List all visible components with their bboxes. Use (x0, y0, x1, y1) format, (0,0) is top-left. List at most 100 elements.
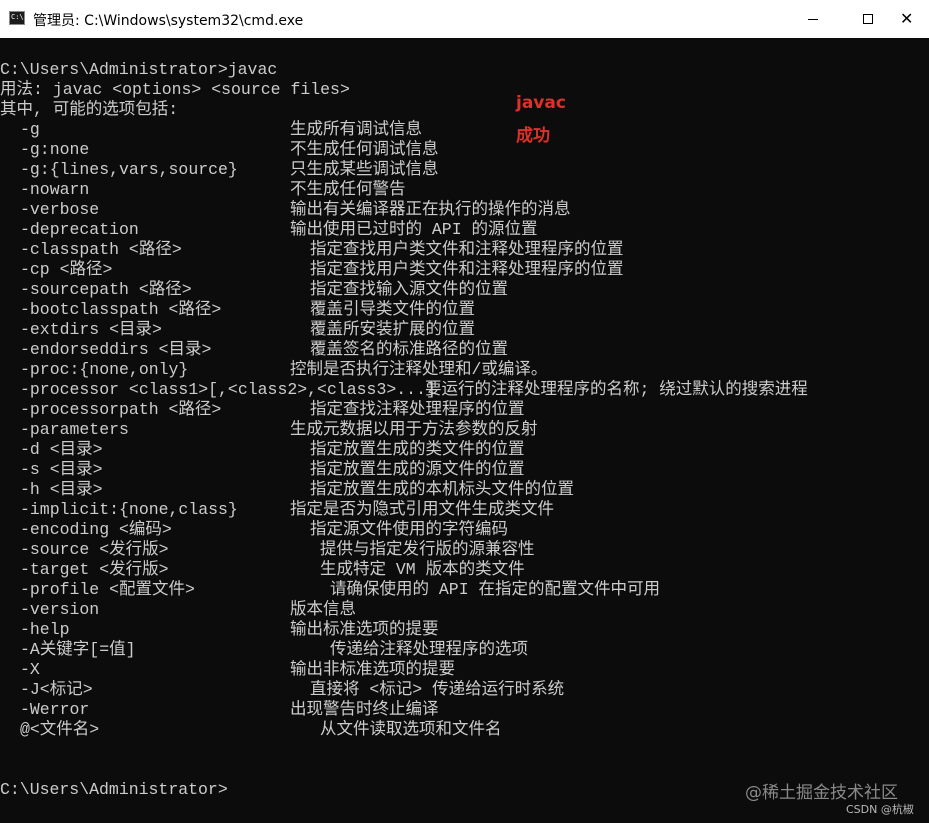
option-flag: -processorpath <路径> (20, 400, 222, 419)
option-description: 生成所有调试信息 (290, 120, 422, 139)
option-row: -s <目录> 指定放置生成的源文件的位置 (0, 460, 929, 480)
option-flag: -A关键字[=值] (20, 640, 136, 659)
option-description: 指定放置生成的类文件的位置 (310, 440, 525, 459)
options-intro: 其中, 可能的选项包括: (0, 100, 179, 119)
option-flag: -g:none (20, 140, 90, 159)
option-description: 传递给注释处理程序的选项 (330, 640, 528, 659)
option-description: 版本信息 (290, 600, 356, 619)
option-description: 只生成某些调试信息 (290, 160, 439, 179)
option-row: -target <发行版> 生成特定 VM 版本的类文件 (0, 560, 929, 580)
option-description: 生成元数据以用于方法参数的反射 (290, 420, 538, 439)
option-description: 指定是否为隐式引用文件生成类文件 (290, 500, 554, 519)
option-flag: -bootclasspath <路径> (20, 300, 222, 319)
option-flag: -version (20, 600, 100, 619)
option-description: 不生成任何警告 (290, 180, 406, 199)
title-bar[interactable]: C:\ 管理员: C:\Windows\system32\cmd.exe ✕ (0, 0, 929, 39)
window-title: 管理员: C:\Windows\system32\cmd.exe (33, 13, 304, 29)
minimize-button[interactable] (790, 0, 836, 38)
option-row: -d <目录> 指定放置生成的类文件的位置 (0, 440, 929, 460)
option-row: -implicit:{none,class} 指定是否为隐式引用文件生成类文件 (0, 500, 929, 520)
option-flag: -cp <路径> (20, 260, 113, 279)
option-flag: -help (20, 620, 70, 639)
option-flag: -J<标记> (20, 680, 93, 699)
option-description: 覆盖所安装扩展的位置 (310, 320, 475, 339)
option-description: 输出使用已过时的 API 的源位置 (290, 220, 538, 239)
option-row: -cp <路径> 指定查找用户类文件和注释处理程序的位置 (0, 260, 929, 280)
annotation-javac: javac (516, 93, 566, 113)
option-flag: -verbose (20, 200, 100, 219)
option-row: -profile <配置文件> 请确保使用的 API 在指定的配置文件中可用 (0, 580, 929, 600)
option-flag: @<文件名> (20, 720, 100, 739)
option-description: 从文件读取选项和文件名 (320, 720, 502, 739)
option-flag: -parameters (20, 420, 129, 439)
option-description: 覆盖引导类文件的位置 (310, 300, 475, 319)
option-description: 指定放置生成的本机标头文件的位置 (310, 480, 574, 499)
option-row: -g 生成所有调试信息 (0, 120, 929, 140)
option-flag: -classpath <路径> (20, 240, 182, 259)
option-row: -parameters 生成元数据以用于方法参数的反射 (0, 420, 929, 440)
option-row: -help 输出标准选项的提要 (0, 620, 929, 640)
maximize-icon (863, 14, 873, 24)
option-row: -processor <class1>[,<class2>,<class3>..… (0, 380, 929, 400)
option-row: -A关键字[=值] 传递给注释处理程序的选项 (0, 640, 929, 660)
minimize-icon (808, 19, 818, 20)
option-description: 指定放置生成的源文件的位置 (310, 460, 525, 479)
option-row: -proc:{none,only} 控制是否执行注释处理和/或编译。 (0, 360, 929, 380)
option-description: 请确保使用的 API 在指定的配置文件中可用 (330, 580, 661, 599)
option-description: 指定查找输入源文件的位置 (310, 280, 508, 299)
option-flag: -g:{lines,vars,source} (20, 160, 238, 179)
option-flag: -target <发行版> (20, 560, 169, 579)
option-row: -processorpath <路径> 指定查找注释处理程序的位置 (0, 400, 929, 420)
watermark-csdn: CSDN @杭椒 (846, 803, 914, 816)
option-flag: -s <目录> (20, 460, 103, 479)
option-description: 输出有关编译器正在执行的操作的消息 (290, 200, 571, 219)
option-row: -bootclasspath <路径> 覆盖引导类文件的位置 (0, 300, 929, 320)
option-row: -g:{lines,vars,source} 只生成某些调试信息 (0, 160, 929, 180)
option-row: -g:none 不生成任何调试信息 (0, 140, 929, 160)
option-description: 控制是否执行注释处理和/或编译。 (290, 360, 548, 379)
option-row: @<文件名> 从文件读取选项和文件名 (0, 720, 929, 740)
annotation-success: 成功 (516, 126, 550, 146)
option-flag: -sourcepath <路径> (20, 280, 192, 299)
option-description: 出现警告时终止编译 (290, 700, 439, 719)
option-flag: -source <发行版> (20, 540, 169, 559)
option-flag: -encoding <编码> (20, 520, 172, 539)
option-flag: -h <目录> (20, 480, 103, 499)
option-flag: -d <目录> (20, 440, 103, 459)
option-flag: -implicit:{none,class} (20, 500, 238, 519)
cmd-window: C:\ 管理员: C:\Windows\system32\cmd.exe ✕ C… (0, 0, 929, 823)
console-output[interactable]: C:\Users\Administrator> javac 用法: javac <… (0, 38, 929, 823)
option-description: 要运行的注释处理程序的名称; 绕过默认的搜索进程 (425, 380, 808, 399)
option-description: 输出非标准选项的提要 (290, 660, 455, 679)
prompt-line[interactable]: C:\Users\Administrator> (0, 780, 228, 800)
option-row: -h <目录> 指定放置生成的本机标头文件的位置 (0, 480, 929, 500)
option-description: 指定查找用户类文件和注释处理程序的位置 (310, 240, 624, 259)
option-flag: -processor <class1>[,<class2>,<class3>..… (20, 380, 436, 399)
usage-line: 用法: javac <options> <source files> (0, 80, 350, 99)
option-flag: -proc:{none,only} (20, 360, 189, 379)
option-description: 覆盖签名的标准路径的位置 (310, 340, 508, 359)
option-row: -version 版本信息 (0, 600, 929, 620)
option-description: 指定源文件使用的字符编码 (310, 520, 508, 539)
option-flag: -nowarn (20, 180, 90, 199)
close-button[interactable]: ✕ (883, 0, 929, 38)
option-row: -nowarn 不生成任何警告 (0, 180, 929, 200)
option-description: 输出标准选项的提要 (290, 620, 439, 639)
option-row: -Werror 出现警告时终止编译 (0, 700, 929, 720)
option-row: -encoding <编码> 指定源文件使用的字符编码 (0, 520, 929, 540)
option-row: -extdirs <目录> 覆盖所安装扩展的位置 (0, 320, 929, 340)
option-row: -verbose 输出有关编译器正在执行的操作的消息 (0, 200, 929, 220)
cmd-icon[interactable]: C:\ (9, 11, 25, 25)
option-row: -J<标记> 直接将 <标记> 传递给运行时系统 (0, 680, 929, 700)
option-description: 指定查找注释处理程序的位置 (310, 400, 525, 419)
option-row: -classpath <路径> 指定查找用户类文件和注释处理程序的位置 (0, 240, 929, 260)
option-description: 指定查找用户类文件和注释处理程序的位置 (310, 260, 624, 279)
option-row: -X 输出非标准选项的提要 (0, 660, 929, 680)
option-description: 直接将 <标记> 传递给运行时系统 (310, 680, 565, 699)
close-icon: ✕ (900, 9, 914, 28)
option-description: 生成特定 VM 版本的类文件 (320, 560, 525, 579)
option-flag: -extdirs <目录> (20, 320, 162, 339)
option-row: -source <发行版> 提供与指定发行版的源兼容性 (0, 540, 929, 560)
option-flag: -deprecation (20, 220, 139, 239)
watermark-juejin: @稀土掘金技术社区 (745, 783, 898, 803)
